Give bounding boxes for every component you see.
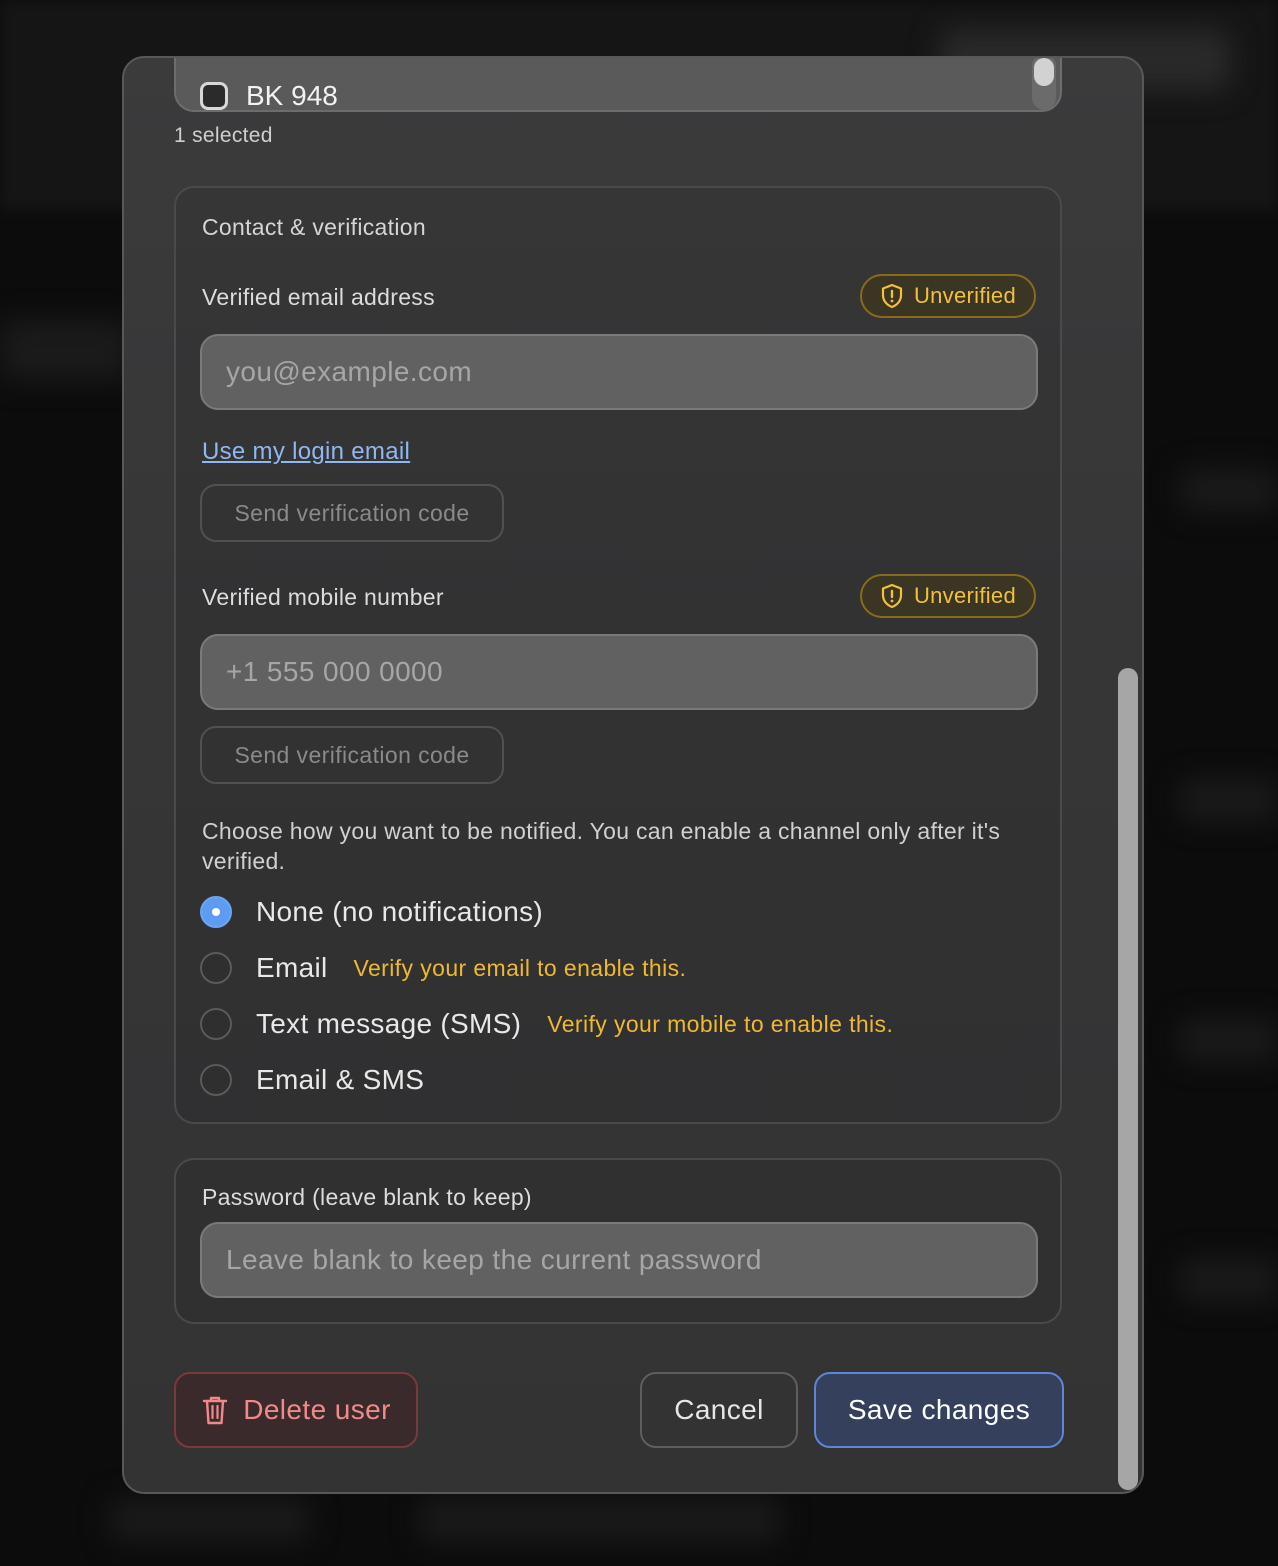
edit-user-dialog: BK 948 1 selected Contact & verification… xyxy=(122,56,1144,1494)
background-blur xyxy=(420,1500,780,1540)
selected-count: 1 selected xyxy=(174,124,273,147)
background-blur xyxy=(110,1500,310,1540)
group-checkbox[interactable] xyxy=(200,82,228,110)
list-scrollbar-thumb[interactable] xyxy=(1034,58,1054,86)
radio-label: Email & SMS xyxy=(256,1064,425,1095)
send-mobile-code-button[interactable]: Send verification code xyxy=(200,726,504,784)
mobile-status-badge: Unverified xyxy=(859,574,1036,618)
save-changes-button[interactable]: Save changes xyxy=(814,1372,1064,1448)
delete-user-label: Delete user xyxy=(243,1394,391,1425)
shield-alert-icon xyxy=(881,583,903,609)
list-item[interactable]: BK 948 xyxy=(200,78,338,114)
section-title: Contact & verification xyxy=(202,214,426,240)
password-card: Password (leave blank to keep) Leave bla… xyxy=(174,1158,1062,1324)
group-multiselect-list[interactable]: BK 948 xyxy=(174,58,1062,114)
email-label: Verified email address xyxy=(202,284,435,310)
background-blur xyxy=(0,320,130,380)
radio-hint: Verify your email to enable this. xyxy=(353,954,687,981)
password-label: Password (leave blank to keep) xyxy=(202,1184,532,1210)
radio-label: Text message (SMS) xyxy=(256,1008,522,1039)
mobile-status-text: Unverified xyxy=(913,583,1016,608)
mobile-label: Verified mobile number xyxy=(202,584,444,610)
background-blur xyxy=(1180,1020,1278,1060)
radio-option-email[interactable]: Email Verify your email to enable this. xyxy=(200,948,686,988)
use-login-email-link[interactable]: Use my login email xyxy=(202,438,410,466)
radio-button[interactable] xyxy=(200,1008,232,1040)
radio-option-sms[interactable]: Text message (SMS) Verify your mobile to… xyxy=(200,1004,893,1044)
send-email-code-button[interactable]: Send verification code xyxy=(200,484,504,542)
background-blur xyxy=(1180,780,1278,820)
radio-option-email-sms[interactable]: Email & SMS xyxy=(200,1060,424,1100)
radio-label: None (no notifications) xyxy=(256,896,544,927)
radio-hint: Verify your mobile to enable this. xyxy=(547,1010,894,1037)
background-blur xyxy=(1180,470,1278,510)
password-input[interactable]: Leave blank to keep the current password xyxy=(200,1222,1038,1298)
radio-button[interactable] xyxy=(200,952,232,984)
dialog-scrollbar-thumb[interactable] xyxy=(1118,668,1138,1490)
dialog-scroll-area[interactable]: BK 948 1 selected Contact & verification… xyxy=(124,58,1142,1492)
notification-help-text: Choose how you want to be notified. You … xyxy=(202,818,1001,874)
email-status-badge: Unverified xyxy=(859,274,1036,318)
delete-user-button[interactable]: Delete user xyxy=(174,1372,418,1448)
radio-button[interactable] xyxy=(200,1064,232,1096)
radio-label: Email xyxy=(256,952,328,983)
shield-alert-icon xyxy=(881,283,903,309)
contact-verification-card: Contact & verification Verified email ad… xyxy=(174,186,1062,1124)
radio-option-none[interactable]: None (no notifications) xyxy=(200,892,543,932)
email-input[interactable]: you@example.com xyxy=(200,334,1038,410)
cancel-button[interactable]: Cancel xyxy=(640,1372,798,1448)
trash-icon xyxy=(203,1396,228,1425)
mobile-input[interactable]: +1 555 000 0000 xyxy=(200,634,1038,710)
email-status-text: Unverified xyxy=(913,283,1016,308)
group-label: BK 948 xyxy=(246,80,338,111)
background-blur xyxy=(1180,1260,1278,1300)
radio-button[interactable] xyxy=(200,896,232,928)
